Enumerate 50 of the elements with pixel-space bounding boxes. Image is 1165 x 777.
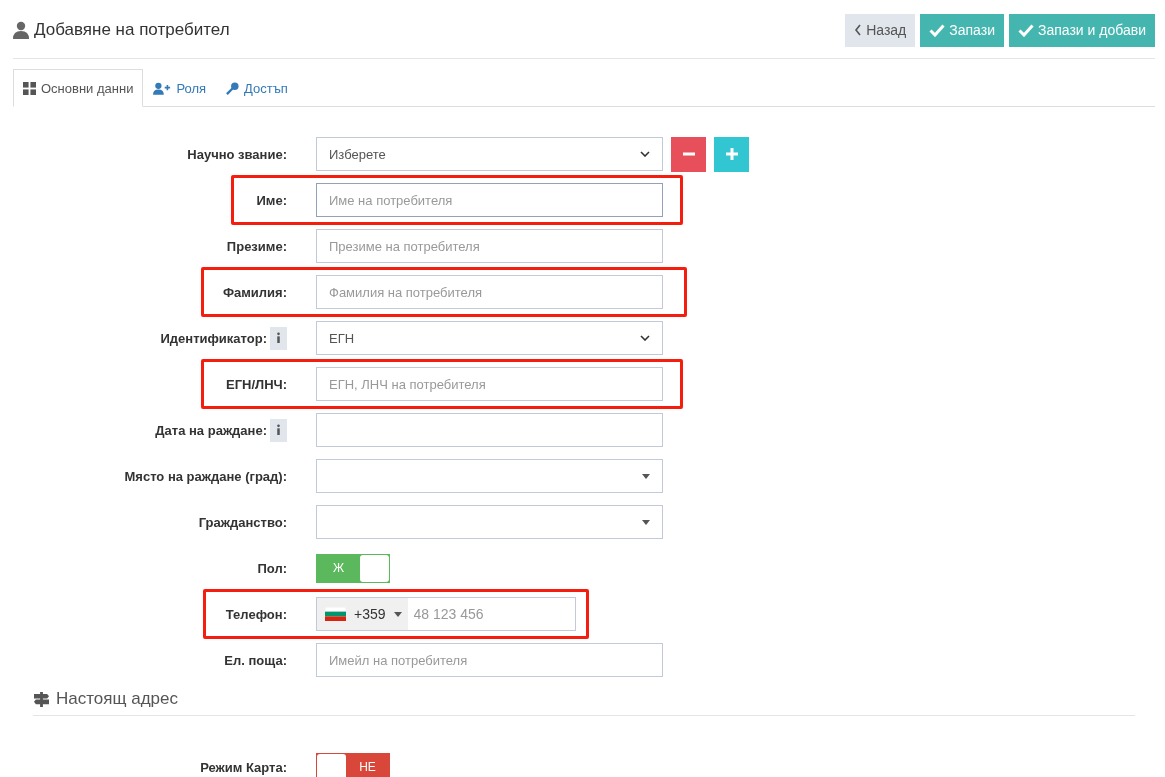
tab[interactable]: Достъп: [216, 69, 298, 107]
text-field[interactable]: ЕГН, ЛНЧ на потребителя: [316, 367, 663, 401]
toggle-switch[interactable]: НЕ: [316, 752, 390, 777]
field-label: Дата на раждане:: [155, 422, 267, 438]
user-plus-icon: [153, 81, 172, 95]
toggle-switch[interactable]: Ж: [316, 553, 390, 583]
grid-icon: [23, 81, 36, 95]
caret-down-icon: [642, 473, 650, 479]
remove-button[interactable]: [671, 136, 706, 172]
info-icon[interactable]: [270, 418, 287, 442]
tab[interactable]: Основни данни: [13, 69, 144, 107]
field-label: Фамилия:: [222, 284, 287, 300]
text-field[interactable]: Имейл на потребителя: [316, 643, 663, 677]
text-field[interactable]: Презиме на потребителя: [316, 229, 663, 263]
save-button[interactable]: Запази и добави: [1009, 13, 1155, 47]
field-label: Идентификатор:: [160, 330, 267, 346]
signpost-icon: [33, 691, 50, 707]
field-label: Гражданство:: [198, 514, 287, 530]
checkmark-icon: [929, 23, 946, 37]
field-label: ЕГН/ЛНЧ:: [226, 376, 287, 392]
field-label: Телефон:: [225, 606, 287, 622]
tab[interactable]: Роля: [143, 69, 217, 107]
field-label: Място на раждане (град):: [124, 468, 287, 484]
checkmark-icon: [1018, 23, 1034, 37]
text-field[interactable]: Име на потребителя: [316, 183, 663, 217]
field-label: Презиме:: [226, 238, 287, 254]
section-title: Настоящ адрес: [56, 689, 178, 709]
page-title: Добавяне на потребител: [34, 20, 230, 40]
dropdown-field[interactable]: [316, 505, 663, 539]
text-field[interactable]: [316, 413, 663, 447]
chevron-down-icon: [640, 151, 650, 157]
field-label: Име:: [256, 192, 287, 208]
select-field[interactable]: Изберете: [316, 137, 663, 171]
chevron-down-icon: [640, 335, 650, 341]
field-label: Ел. поща:: [224, 652, 287, 668]
field-label: Пол:: [257, 560, 287, 576]
chevron-left-icon: [854, 23, 863, 37]
user-icon: [13, 21, 29, 39]
key-icon: [226, 81, 240, 95]
select-field[interactable]: ЕГН: [316, 321, 663, 355]
plus-icon: [724, 147, 739, 161]
dropdown-field[interactable]: [316, 459, 663, 493]
text-field[interactable]: Фамилия на потребителя: [316, 275, 663, 309]
back-button[interactable]: Назад: [845, 13, 916, 47]
info-icon[interactable]: [270, 326, 287, 350]
caret-down-icon: [642, 519, 650, 525]
field-label: Режим Карта:: [200, 759, 287, 775]
field-label: Научно звание:: [187, 146, 287, 162]
save-button[interactable]: Запази: [920, 13, 1004, 47]
add-button[interactable]: [714, 136, 749, 172]
